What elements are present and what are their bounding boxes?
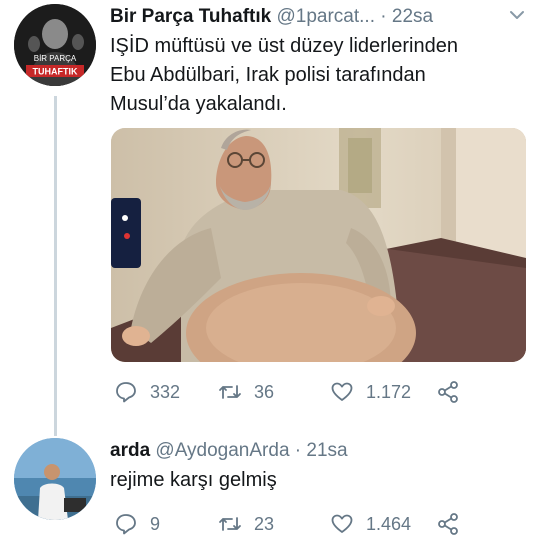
share-button[interactable] (436, 510, 472, 538)
reply-count: 332 (150, 381, 181, 402)
tweet-actions: 9 23 1.464 (114, 510, 514, 538)
avatar[interactable] (14, 438, 96, 520)
tweet-text: rejime karşı gelmiş (110, 469, 277, 491)
retweet-button[interactable]: 36 (218, 378, 274, 406)
reply-button[interactable]: 9 (114, 510, 160, 538)
retweet-icon (219, 517, 241, 531)
like-button[interactable]: 1.464 (330, 510, 411, 538)
reply-button[interactable]: 332 (114, 378, 180, 406)
tweet-text-line: IŞİD müftüsü ve üst düzey liderlerinden (110, 35, 458, 57)
tweet-header: Bir Parça Tuhaftık @1parcat... · 22sa (110, 4, 530, 30)
chevron-down-icon[interactable] (508, 6, 526, 24)
like-button[interactable]: 1.172 (330, 378, 411, 406)
user-handle[interactable]: @AydoganArda (155, 440, 289, 461)
like-icon (331, 514, 353, 533)
reply-count: 9 (150, 513, 161, 534)
retweet-count: 36 (254, 381, 275, 402)
separator: · (294, 440, 302, 461)
tweet-actions: 332 36 1.172 (114, 378, 514, 406)
retweet-count: 23 (254, 513, 275, 534)
like-count: 1.464 (366, 513, 412, 534)
timestamp[interactable]: 22sa (392, 6, 433, 27)
tweet-photo[interactable] (111, 128, 526, 362)
share-icon (438, 381, 458, 403)
timestamp[interactable]: 21sa (306, 440, 347, 461)
display-name[interactable]: arda (110, 440, 150, 461)
tweet[interactable]: arda @AydoganArda · 21sa rejime karşı ge… (0, 430, 540, 547)
like-count: 1.172 (366, 381, 412, 402)
avatar[interactable]: BİR PARÇA TUHAFTIK (14, 4, 96, 86)
tweet-text: IŞİD müftüsü ve üst düzey liderlerinden … (110, 32, 528, 119)
reply-icon (116, 382, 136, 403)
tweet-header: arda @AydoganArda · 21sa (110, 438, 530, 464)
like-icon (331, 382, 353, 401)
retweet-icon (219, 385, 241, 399)
display-name[interactable]: Bir Parça Tuhaftık (110, 6, 271, 27)
tweet-text-line: Musul’da yakalandı. (110, 93, 287, 115)
tweet-text-line: Ebu Abdülbari, Irak polisi tarafından (110, 64, 426, 86)
reply-icon (116, 514, 136, 535)
tweet[interactable]: BİR PARÇA TUHAFTIK Bir Parça Tuhaftık @1… (0, 0, 540, 420)
separator: · (380, 6, 387, 27)
avatar-brand-text-top: BİR PARÇA (34, 54, 77, 63)
share-icon (438, 513, 458, 535)
share-button[interactable] (436, 378, 472, 406)
avatar-brand-text-bottom: TUHAFTIK (33, 67, 78, 77)
retweet-button[interactable]: 23 (218, 510, 274, 538)
user-handle[interactable]: @1parcat... (276, 6, 375, 27)
